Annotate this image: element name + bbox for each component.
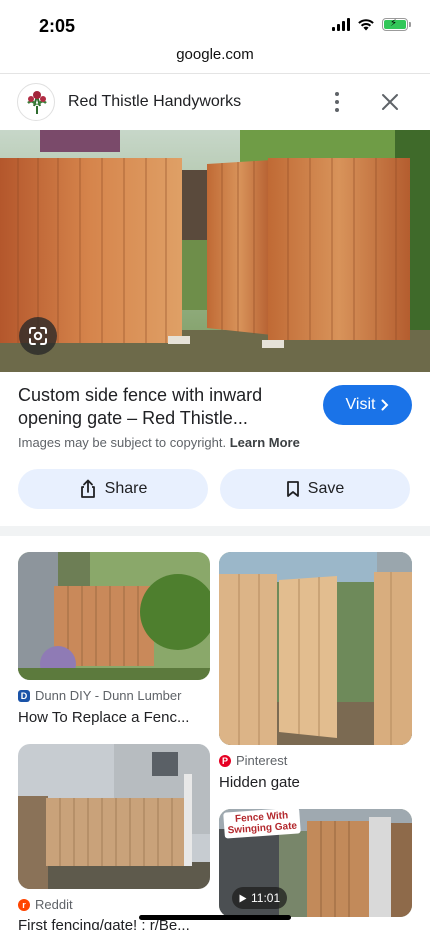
site-logo[interactable] [17,83,55,121]
related-source-3: r Reddit [18,897,73,912]
visit-label: Visit [345,396,376,413]
save-label: Save [307,480,345,497]
related-source-2-label: Pinterest [236,753,288,768]
copyright-text: Images may be subject to copyright. [18,435,227,450]
lens-icon [29,327,47,345]
related-image-3[interactable] [18,744,210,889]
video-overlay-caption: Fence With Swinging Gate [223,807,301,839]
video-duration: 11:01 [251,891,281,905]
share-label: Share [104,480,148,497]
related-source-2: P Pinterest [219,753,287,768]
wifi-icon [358,19,374,31]
more-options-button[interactable] [326,90,348,114]
status-time: 2:05 [39,16,76,36]
related-source-3-label: Reddit [35,897,73,912]
related-title-1[interactable]: How To Replace a Fenc... [18,709,210,726]
status-icons: ⚡ [332,18,411,31]
learn-more-link[interactable]: Learn More [230,435,300,450]
main-image[interactable] [0,130,430,372]
thistle-logo-icon [27,91,47,114]
video-duration-badge: 11:01 [232,887,288,909]
related-source-1: D Dunn DIY - Dunn Lumber [18,688,181,703]
related-title-2[interactable]: Hidden gate [219,774,412,791]
related-image-1[interactable] [18,552,210,680]
pinterest-favicon-icon: P [219,754,231,767]
play-icon [239,894,247,902]
close-icon [382,94,398,110]
related-image-2[interactable] [219,552,412,745]
site-header: Red Thistle Handyworks [0,74,430,130]
home-indicator[interactable] [139,915,291,920]
close-button[interactable] [378,90,402,114]
result-title[interactable]: Custom side fence with inward opening ga… [18,384,308,430]
reddit-favicon-icon: r [18,898,30,911]
share-button[interactable]: Share [18,469,208,509]
save-button[interactable]: Save [220,469,410,509]
google-lens-button[interactable] [19,317,57,355]
copyright-notice: Images may be subject to copyright. Lear… [18,435,300,450]
url-bar[interactable]: google.com [0,46,430,74]
battery-charging-icon: ⚡ [382,18,411,31]
dunn-favicon-icon: D [18,689,30,702]
chevron-right-icon [381,399,389,411]
url-text: google.com [176,46,254,63]
bookmark-icon [286,481,299,497]
visit-button[interactable]: Visit [323,385,412,425]
site-name[interactable]: Red Thistle Handyworks [68,93,241,111]
share-icon [80,479,95,498]
section-divider [0,526,430,536]
status-bar: 2:05 ⚡ [0,0,430,46]
related-source-1-label: Dunn DIY - Dunn Lumber [35,688,182,703]
cellular-signal-icon [332,18,350,31]
